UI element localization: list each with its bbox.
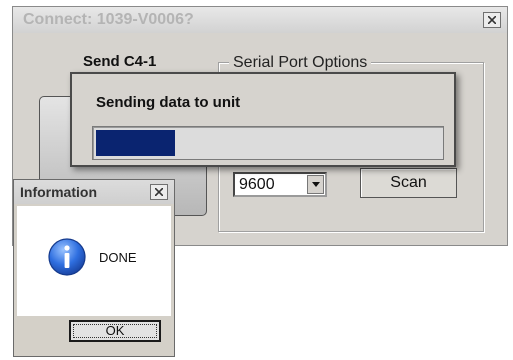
info-close-button[interactable] bbox=[150, 184, 168, 200]
ok-button[interactable]: OK bbox=[69, 320, 161, 342]
scan-button[interactable]: Scan bbox=[360, 168, 457, 198]
info-icon bbox=[48, 238, 86, 276]
progress-bar-fill bbox=[96, 130, 176, 156]
baud-rate-value: 9600 bbox=[239, 176, 275, 193]
info-message: DONE bbox=[99, 250, 137, 265]
info-body: DONE bbox=[17, 206, 171, 316]
serial-port-options-legend: Serial Port Options bbox=[229, 54, 372, 72]
connect-close-button[interactable] bbox=[483, 12, 501, 28]
connect-title: Connect: 1039-V0006? bbox=[23, 11, 194, 28]
progress-dialog: Sending data to unit bbox=[70, 72, 456, 167]
send-label: Send C4-1 bbox=[83, 53, 157, 70]
info-titlebar[interactable]: Information bbox=[14, 180, 174, 204]
baud-rate-select[interactable]: 9600 bbox=[233, 172, 327, 197]
close-icon bbox=[155, 188, 163, 196]
connect-titlebar[interactable]: Connect: 1039-V0006? bbox=[13, 7, 507, 33]
info-title: Information bbox=[20, 184, 97, 200]
information-dialog: Information DONE OK bbox=[13, 179, 175, 357]
chevron-down-icon bbox=[311, 182, 320, 187]
dropdown-arrow-button[interactable] bbox=[307, 175, 324, 194]
progress-bar bbox=[92, 126, 444, 160]
progress-label: Sending data to unit bbox=[96, 94, 241, 111]
close-icon bbox=[488, 16, 496, 24]
